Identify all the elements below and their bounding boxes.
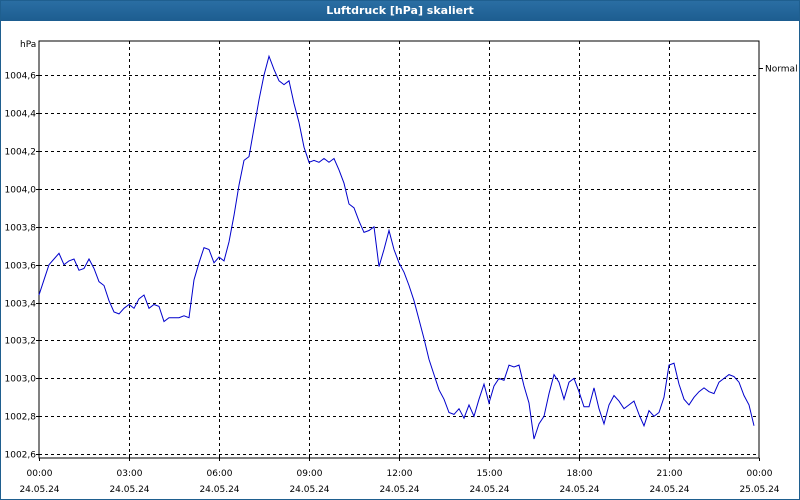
- y-tick-label: 1004,0: [5, 186, 37, 196]
- x-tick-date-label: 24.05.24: [289, 485, 329, 495]
- x-tick-time-label: 15:00: [477, 469, 503, 479]
- x-tick-date-label: 24.05.24: [19, 485, 59, 495]
- x-tick-date-label: 24.05.24: [649, 485, 689, 495]
- y-tick-label: 1004,4: [5, 110, 37, 120]
- reference-label: Normal: [765, 65, 798, 75]
- x-tick-date-label: 24.05.24: [109, 485, 149, 495]
- x-tick-time-label: 00:00: [27, 469, 53, 479]
- x-tick-date-label: 24.05.24: [199, 485, 239, 495]
- x-tick-date-label: 24.05.24: [469, 485, 509, 495]
- x-tick-time-label: 12:00: [387, 469, 413, 479]
- y-axis-ticks: 1002,6 1002,8 1003,0 1003,2 1003,4 1003,6 1003…: [5, 72, 39, 461]
- x-axis-ticks: 00:00 24.05.24 03:00 24.05.24 06:00 24.05.24 0…: [19, 458, 780, 495]
- x-tick-time-label: 21:00: [657, 469, 683, 479]
- y-tick-label: 1004,6: [5, 72, 37, 82]
- y-tick-label: 1003,0: [5, 375, 37, 385]
- x-tick-time-label: 00:00: [747, 469, 773, 479]
- y-tick-label: 1004,2: [5, 148, 37, 158]
- x-tick-date-label: 24.05.24: [559, 485, 599, 495]
- y-tick-label: 1002,6: [5, 451, 37, 461]
- y-tick-label: 1003,8: [5, 224, 37, 234]
- y-tick-label: 1003,6: [5, 262, 37, 272]
- y-tick-label: 1003,2: [5, 337, 37, 347]
- x-tick-time-label: 09:00: [297, 469, 323, 479]
- pressure-chart: 1002,6 1002,8 1003,0 1003,2 1003,4 1003,6 1003…: [5, 40, 798, 495]
- y-axis-label: hPa: [20, 40, 36, 50]
- y-tick-label: 1003,4: [5, 300, 37, 310]
- x-tick-time-label: 03:00: [117, 469, 143, 479]
- grid: [39, 41, 759, 458]
- x-tick-date-label: 24.05.24: [379, 485, 419, 495]
- y-tick-label: 1002,8: [5, 413, 37, 423]
- x-tick-date-label: 25.05.24: [739, 485, 779, 495]
- x-tick-time-label: 06:00: [207, 469, 233, 479]
- x-tick-time-label: 18:00: [567, 469, 593, 479]
